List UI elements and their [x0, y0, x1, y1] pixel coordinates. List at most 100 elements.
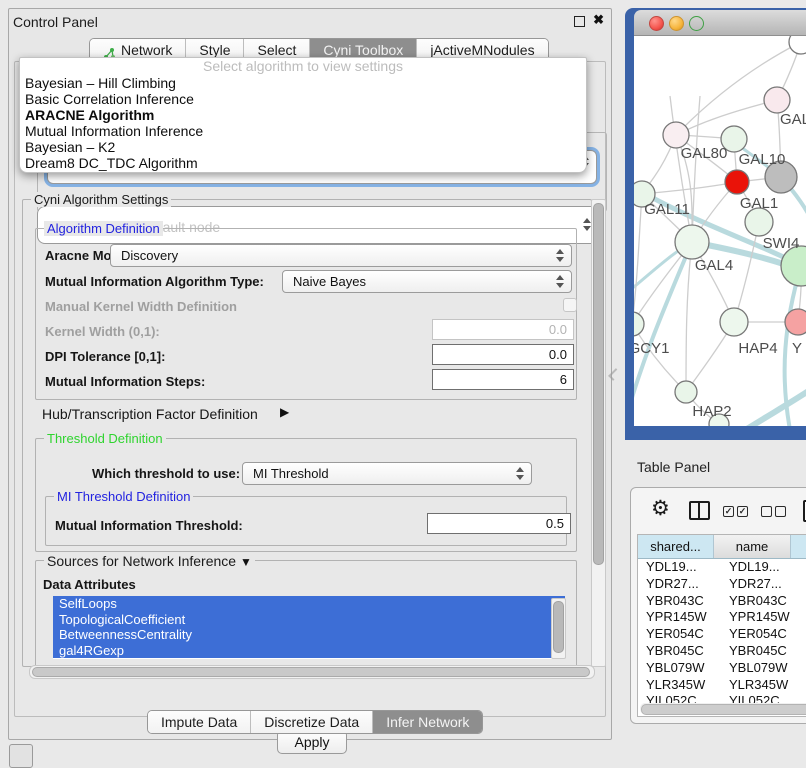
data-attributes-list[interactable]: SelfLoopsTopologicalCoefficientBetweenne… [53, 596, 565, 659]
table-row[interactable]: YDR27...YDR27...12 [638, 576, 806, 593]
combo-spinner-icon [555, 248, 564, 263]
settings-horizontal-scrollbar[interactable] [29, 665, 595, 679]
mi-steps-field[interactable]: 6 [432, 369, 574, 390]
network-node[interactable] [745, 208, 773, 236]
tab-infer-network-label: Infer Network [386, 711, 469, 733]
table-cell[interactable]: YDR27... [721, 576, 805, 593]
network-edge[interactable] [742, 384, 806, 426]
mi-threshold-field[interactable]: 0.5 [427, 513, 571, 534]
network-edge[interactable] [686, 242, 692, 392]
close-window-icon[interactable] [649, 16, 664, 31]
network-node[interactable] [785, 309, 806, 335]
table-row[interactable]: YDL19...YDL19...13 [638, 559, 806, 576]
network-node[interactable] [675, 225, 709, 259]
table-cell[interactable]: YDL19... [638, 559, 721, 576]
sources-title[interactable]: Sources for Network Inference ▼ [44, 553, 255, 569]
data-attribute-item[interactable]: TopologicalCoefficient [53, 612, 565, 628]
settings-vertical-scrollbar-thumb[interactable] [593, 203, 604, 565]
algorithm-dropdown-list: Bayesian – Hill ClimbingBasic Correlatio… [20, 75, 586, 171]
network-edge[interactable] [634, 324, 686, 392]
table-cell[interactable]: YPR145W [638, 609, 721, 626]
table-row[interactable]: YBR045CYBR045C9. [638, 643, 806, 660]
mi-algorithm-type-combobox[interactable]: Naive Bayes [282, 270, 572, 293]
table-cell[interactable]: YBR045C [638, 643, 721, 660]
algorithm-dropdown-item[interactable]: Basic Correlation Inference [20, 91, 586, 107]
hub-tf-expand-icon[interactable]: ▶ [280, 405, 289, 419]
table-horizontal-scrollbar[interactable] [640, 703, 806, 714]
algorithm-dropdown-item[interactable]: Dream8 DC_TDC Algorithm [20, 155, 586, 171]
network-window-titlebar[interactable] [634, 10, 806, 36]
network-node[interactable] [675, 381, 697, 403]
column-header-shared-name[interactable]: shared... [638, 535, 714, 558]
checked-columns-icon[interactable]: ✓✓ [723, 506, 748, 517]
algorithm-dropdown-item[interactable]: Mutual Information Inference [20, 123, 586, 139]
table-cell[interactable]: YBL079W [638, 660, 721, 677]
table-cell[interactable]: YPR145W [721, 609, 805, 626]
data-attribute-item[interactable]: gal4RGexp [53, 643, 565, 659]
manual-kernel-width-checkbox[interactable] [563, 298, 577, 312]
table-cell[interactable]: YBR043C [721, 593, 805, 610]
gear-icon[interactable]: ⚙ [651, 496, 670, 521]
table-cell[interactable]: YDR27... [638, 576, 721, 593]
network-node[interactable] [634, 312, 644, 336]
table-cell[interactable]: YLR345W [721, 677, 805, 694]
tab-discretize-data[interactable]: Discretize Data [251, 711, 373, 733]
network-canvas[interactable]: GALGAL80GAL10GAL1GAL11SWI4GAL4GCY1HAP4YH… [634, 36, 806, 426]
table-row[interactable]: YBR043CYBR043C [638, 593, 806, 610]
table-row[interactable]: YLR345WYLR345W9. [638, 677, 806, 694]
hub-tf-definition-label[interactable]: Hub/Transcription Factor Definition [42, 406, 258, 422]
network-view-window[interactable]: GALGAL80GAL10GAL1GAL11SWI4GAL4GCY1HAP4YH… [625, 8, 806, 440]
table-cell[interactable]: YLR345W [638, 677, 721, 694]
mi-steps-label: Mutual Information Steps: [45, 374, 205, 389]
settings-horizontal-scrollbar-thumb[interactable] [32, 667, 590, 677]
network-edge[interactable] [634, 194, 642, 324]
table-cell[interactable]: YER054C [638, 626, 721, 643]
network-node[interactable] [720, 308, 748, 336]
data-attribute-item[interactable]: BetweennessCentrality [53, 627, 565, 643]
table-row[interactable]: YBL079WYBL079W [638, 660, 806, 677]
which-threshold-combobox[interactable]: MI Threshold [242, 462, 532, 485]
sources-collapse-icon[interactable]: ▼ [240, 555, 252, 569]
table-cell[interactable]: YBR043C [638, 593, 721, 610]
combo-spinner-icon [515, 466, 524, 481]
zoom-window-icon[interactable] [689, 16, 704, 31]
attribute-list-scrollbar-thumb[interactable] [553, 601, 564, 653]
network-node[interactable] [789, 36, 806, 54]
network-node[interactable] [725, 170, 749, 194]
columns-icon[interactable] [689, 501, 710, 520]
minimize-window-icon[interactable] [669, 16, 684, 31]
algorithm-dropdown-item[interactable]: Bayesian – Hill Climbing [20, 75, 586, 91]
table-cell[interactable]: YBR045C [721, 643, 805, 660]
network-edge[interactable] [670, 96, 692, 242]
column-header-name[interactable]: name [714, 535, 791, 558]
network-node[interactable] [764, 87, 790, 113]
tab-infer-network[interactable]: Infer Network [373, 711, 482, 733]
close-icon[interactable]: ✖ [593, 12, 604, 28]
network-node[interactable] [781, 246, 806, 286]
dpi-tolerance-field[interactable]: 0.0 [432, 344, 574, 365]
table-cell[interactable]: YER054C [721, 626, 805, 643]
collapsed-panel-button[interactable] [9, 744, 33, 768]
network-node-label: HAP2 [692, 403, 731, 420]
table-row[interactable]: YPR145WYPR145W9. [638, 609, 806, 626]
data-attribute-item[interactable]: SelfLoops [53, 596, 565, 612]
kernel-width-field[interactable]: 0.0 [432, 319, 574, 340]
attribute-list-scrollbar[interactable] [551, 598, 566, 659]
table-horizontal-scrollbar-thumb[interactable] [641, 704, 806, 715]
unchecked-columns-icon[interactable] [761, 506, 786, 517]
settings-vertical-scrollbar[interactable] [591, 199, 606, 667]
node-table: shared... name YDL19...YDL19...13YDR27..… [637, 534, 806, 717]
table-cell[interactable]: YDL19... [721, 559, 805, 576]
network-node-label: GAL [780, 111, 806, 128]
column-header-partial[interactable] [791, 535, 806, 558]
control-panel-window: Control Panel ✖ Network Style Select Cyn… [8, 8, 612, 740]
network-node-label: Y [792, 340, 802, 357]
table-cell[interactable]: YBL079W [721, 660, 805, 677]
algorithm-dropdown-item[interactable]: Bayesian – K2 [20, 139, 586, 155]
table-row[interactable]: YER054CYER054C8. [638, 626, 806, 643]
tab-impute-data[interactable]: Impute Data [148, 711, 251, 733]
aracne-mode-combobox[interactable]: Discovery [110, 244, 572, 267]
mi-algorithm-type-label: Mutual Information Algorithm Type: [45, 274, 264, 289]
float-window-icon[interactable] [574, 16, 585, 27]
algorithm-dropdown-item[interactable]: ARACNE Algorithm [20, 107, 586, 123]
